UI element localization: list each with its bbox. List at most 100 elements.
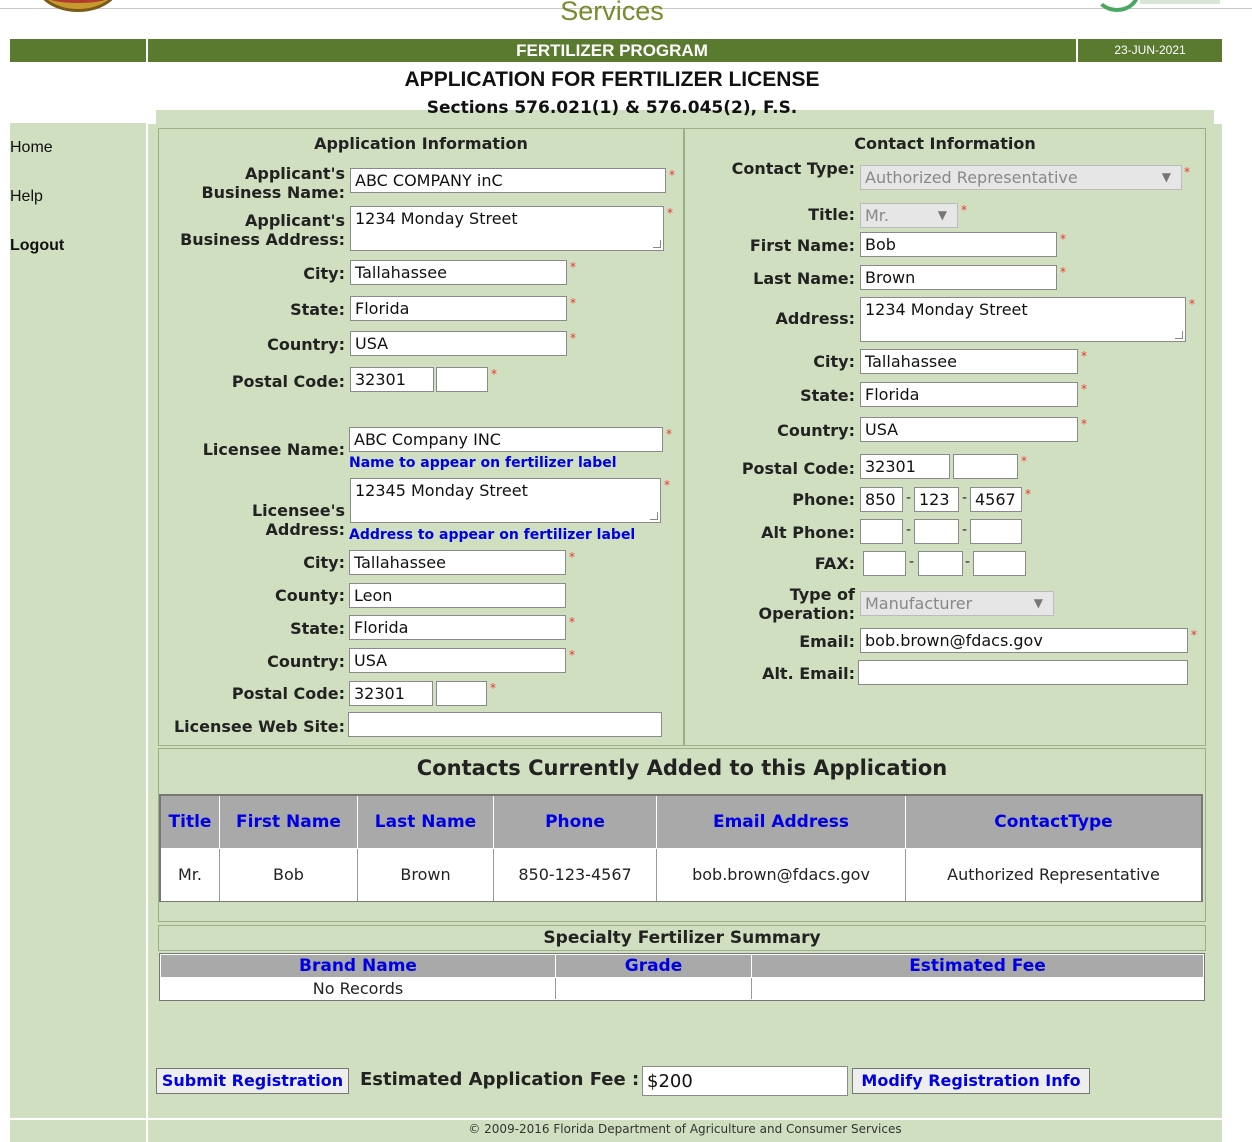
licensee-address-textarea[interactable]: 12345 Monday Street	[350, 478, 661, 523]
contact-postal-input[interactable]: 32301	[860, 454, 950, 479]
address-textarea[interactable]: 1234 Monday Street	[860, 297, 1186, 342]
licensee-county-input[interactable]: Leon	[349, 583, 566, 608]
contact-type-label: Contact Type:	[731, 159, 855, 178]
licensee-state-input[interactable]: Florida	[349, 615, 566, 640]
email-input[interactable]: bob.brown@fdacs.gov	[860, 628, 1188, 653]
nav-logout-link[interactable]: Logout	[10, 237, 64, 255]
licensee-name-input[interactable]: ABC Company INC	[349, 427, 663, 452]
email-label: Email:	[799, 632, 855, 651]
col-header-brand-name: Brand Name	[161, 955, 556, 977]
phone-prefix-input[interactable]: 123	[914, 487, 959, 512]
department-logo	[1094, 0, 1140, 12]
postal-code-input[interactable]: 32301	[350, 367, 434, 392]
contact-type-select[interactable]: Authorized Representative ▼	[860, 165, 1182, 190]
fax-separator: -	[965, 554, 971, 570]
licensee-postal-input[interactable]: 32301	[349, 681, 433, 706]
table-cell-title: Mr.	[161, 849, 220, 901]
last-name-input[interactable]: Brown	[860, 265, 1057, 290]
required-marker: *	[1060, 232, 1066, 246]
address-label: Address:	[775, 309, 855, 328]
country-input[interactable]: USA	[350, 331, 567, 356]
alt-phone-area-input[interactable]	[860, 519, 903, 544]
required-marker: *	[666, 427, 672, 441]
required-marker: *	[961, 203, 967, 217]
fax-prefix-input[interactable]	[918, 551, 963, 576]
licensee-web-input[interactable]	[348, 712, 662, 737]
required-marker: *	[1021, 454, 1027, 468]
required-marker: *	[1060, 265, 1066, 279]
col-header-email: Email Address	[657, 796, 906, 848]
col-header-last-name: Last Name	[358, 796, 494, 848]
modify-registration-button[interactable]: Modify Registration Info	[852, 1068, 1090, 1094]
licensee-name-hint: Name to appear on fertilizer label	[349, 455, 617, 471]
alt-phone-line-input[interactable]	[970, 519, 1022, 544]
business-address-label: Applicant's Business Address:	[180, 211, 345, 249]
state-input[interactable]: Florida	[350, 296, 567, 321]
title-value: Mr.	[865, 206, 889, 225]
required-marker: *	[1189, 297, 1195, 311]
required-marker: *	[570, 260, 576, 274]
table-cell-first-name: Bob	[220, 849, 358, 901]
chevron-down-icon: ▼	[937, 208, 947, 222]
chevron-down-icon: ▼	[1161, 170, 1171, 184]
col-header-title: Title	[161, 796, 220, 848]
col-header-first-name: First Name	[220, 796, 358, 848]
required-marker: *	[1081, 417, 1087, 431]
licensee-address-label: Licensee's Address:	[251, 501, 345, 539]
address-value: 1234 Monday Street	[865, 300, 1028, 319]
required-marker: *	[569, 550, 575, 564]
submit-registration-button[interactable]: Submit Registration	[156, 1068, 349, 1094]
alt-phone-prefix-input[interactable]	[914, 519, 959, 544]
fax-label: FAX:	[814, 554, 855, 573]
fax-line-input[interactable]	[973, 551, 1026, 576]
chevron-down-icon: ▼	[1033, 596, 1043, 610]
required-marker: *	[1081, 349, 1087, 363]
licensee-postal-ext-input[interactable]	[436, 681, 487, 706]
nav-home-link[interactable]: Home	[10, 139, 53, 157]
contact-info-title: Contact Information	[854, 134, 1036, 153]
nav-help-link[interactable]: Help	[10, 188, 43, 206]
application-info-title: Application Information	[314, 134, 528, 153]
business-address-textarea[interactable]: 1234 Monday Street	[350, 206, 664, 251]
fax-separator: -	[909, 554, 915, 570]
contact-type-value: Authorized Representative	[865, 168, 1078, 187]
contact-state-input[interactable]: Florida	[860, 382, 1078, 407]
licensee-web-label: Licensee Web Site:	[173, 717, 345, 736]
licensee-country-input[interactable]: USA	[349, 648, 566, 673]
contact-city-label: City:	[813, 352, 855, 371]
state-label: State:	[290, 300, 345, 319]
required-marker: *	[1025, 487, 1031, 501]
required-marker: *	[570, 296, 576, 310]
contact-country-input[interactable]: USA	[860, 417, 1078, 442]
contact-postal-label: Postal Code:	[741, 459, 855, 478]
alt-email-label: Alt. Email:	[762, 664, 855, 683]
empty-cell	[752, 978, 1203, 999]
postal-code-ext-input[interactable]	[436, 367, 488, 392]
contact-postal-ext-input[interactable]	[953, 454, 1018, 479]
col-header-phone: Phone	[494, 796, 657, 848]
phone-area-input[interactable]: 850	[860, 487, 903, 512]
alt-email-input[interactable]	[858, 660, 1188, 685]
required-marker: *	[1191, 628, 1197, 642]
required-marker: *	[570, 331, 576, 345]
estimated-fee-input[interactable]: $200	[642, 1066, 848, 1096]
city-label: City:	[303, 264, 345, 283]
first-name-input[interactable]: Bob	[860, 232, 1057, 257]
phone-line-input[interactable]: 4567	[970, 487, 1022, 512]
city-input[interactable]: Tallahassee	[350, 260, 567, 285]
current-date: 23-JUN-2021	[1114, 43, 1186, 57]
licensee-county-label: County:	[275, 586, 345, 605]
licensee-city-input[interactable]: Tallahassee	[349, 550, 566, 575]
contact-city-input[interactable]: Tallahassee	[860, 349, 1078, 374]
required-marker: *	[1081, 382, 1087, 396]
table-cell-email: bob.brown@fdacs.gov	[657, 849, 906, 901]
licensee-name-label: Licensee Name:	[202, 440, 345, 459]
title-select[interactable]: Mr. ▼	[860, 203, 958, 228]
required-marker: *	[667, 206, 673, 220]
agency-name: Services	[560, 0, 664, 26]
col-header-grade: Grade	[556, 955, 752, 977]
operation-type-select[interactable]: Manufacturer ▼	[860, 591, 1054, 616]
fax-area-input[interactable]	[863, 551, 906, 576]
contact-country-label: Country:	[777, 421, 855, 440]
business-name-input[interactable]: ABC COMPANY inC	[350, 168, 666, 193]
